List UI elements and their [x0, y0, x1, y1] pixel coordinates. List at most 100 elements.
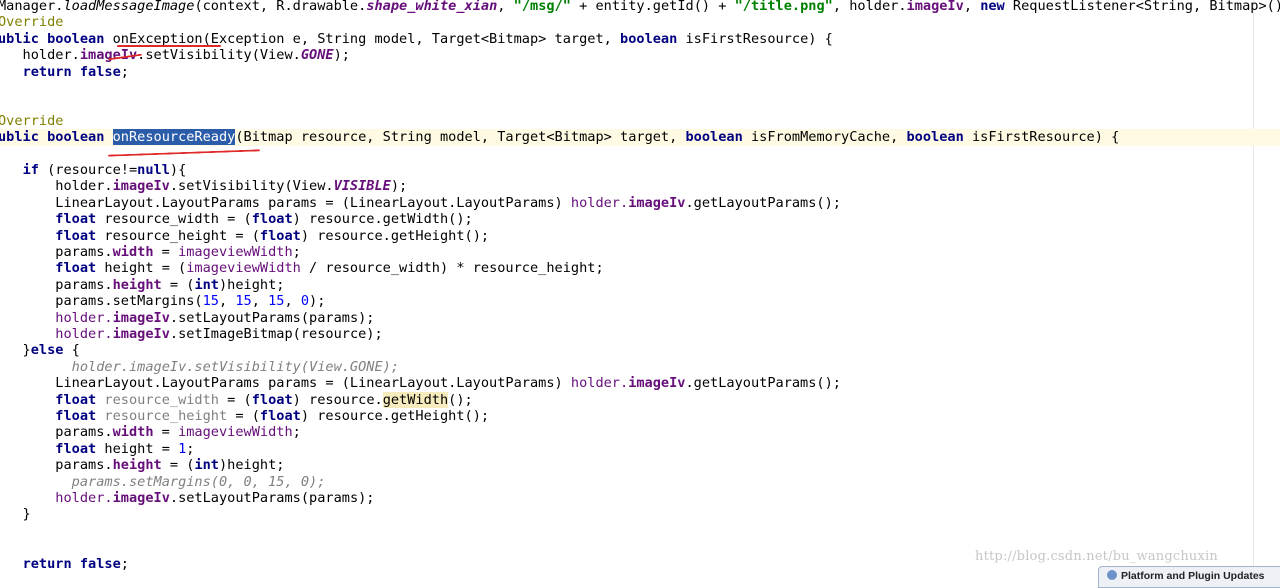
code-line[interactable]: float height = 1;: [0, 441, 1280, 457]
selected-token: onResourceReady: [112, 129, 236, 146]
code-token: holder.: [570, 375, 629, 392]
code-token: ;: [120, 555, 129, 572]
code-line[interactable]: return false;: [0, 64, 1280, 80]
code-token: height: [112, 276, 162, 293]
code-token: imageviewWidth: [178, 424, 293, 441]
code-token: getWidth: [382, 391, 449, 408]
code-token: isFirstResource) {: [963, 129, 1120, 146]
platform-updates-notification[interactable]: Platform and Plugin Updates: [1098, 566, 1280, 588]
code-token: holder.imageIv.setVisibility(View.GONE);: [71, 358, 400, 375]
code-token: boolean: [620, 30, 678, 47]
code-line[interactable]: holder.imageIv.setVisibility(View.GONE);: [0, 359, 1280, 375]
code-line[interactable]: [0, 80, 1280, 96]
code-line[interactable]: params.setMargins(15, 15, 15, 0);: [0, 293, 1280, 309]
code-line[interactable]: params.setMargins(0, 0, 15, 0);: [0, 474, 1280, 490]
red-underline-onexception: [117, 45, 221, 47]
code-line[interactable]: holder.imageIv.setLayoutParams(params);: [0, 310, 1280, 326]
code-token: imageIv: [628, 194, 686, 211]
code-line[interactable]: [0, 96, 1280, 112]
code-token: .setVisibility(View.: [169, 178, 334, 195]
code-token: 15: [202, 293, 219, 310]
code-line[interactable]: holder.imageIv.setLayoutParams(params);: [0, 490, 1280, 506]
code-token: .setImageBitmap(resource);: [169, 326, 383, 342]
code-token: float: [251, 211, 293, 228]
code-line[interactable]: Override: [0, 14, 1280, 30]
code-token: resource_height = (: [96, 227, 260, 244]
code-token: = (: [218, 391, 252, 408]
code-token: 0: [300, 293, 310, 310]
code-token: =: [153, 424, 179, 441]
code-line[interactable]: [0, 523, 1280, 539]
code-token: params.: [0, 244, 113, 260]
code-token: ) resource.getHeight();: [300, 227, 490, 244]
code-token: ;: [292, 244, 301, 260]
code-token: holder.: [55, 490, 113, 506]
code-line[interactable]: holder.imageIv.setImageBitmap(resource);: [0, 326, 1280, 342]
code-token: imageviewWidth: [186, 260, 301, 277]
code-token: ublic boolean: [0, 129, 105, 146]
code-line[interactable]: Manager.loadMessageImage(context, R.draw…: [0, 0, 1280, 14]
code-line[interactable]: float height = (imageviewWidth / resourc…: [0, 260, 1280, 276]
code-line[interactable]: params.height = (int)height;: [0, 277, 1280, 293]
code-line[interactable]: params.width = imageviewWidth;: [0, 424, 1280, 440]
code-token: ) resource.: [292, 391, 383, 408]
code-editor[interactable]: Manager.loadMessageImage(context, R.draw…: [0, 0, 1280, 588]
code-token: imageIv: [112, 178, 170, 195]
code-line[interactable]: params.width = imageviewWidth;: [0, 244, 1280, 260]
code-token: holder.: [55, 309, 113, 326]
code-token: / resource_width) * resource_height;: [300, 260, 604, 277]
code-line[interactable]: ublic boolean onResourceReady(Bitmap res…: [0, 129, 1280, 146]
code-token: imageIv: [112, 309, 170, 326]
code-token: isFromMemoryCache,: [742, 129, 907, 146]
code-token: LinearLayout.LayoutParams params = (Line…: [0, 194, 571, 211]
code-token: 15: [268, 293, 285, 310]
code-token: )height;: [219, 457, 285, 474]
code-line[interactable]: float resource_height = (float) resource…: [0, 408, 1280, 424]
code-token: height =: [96, 440, 179, 457]
code-token: isFirstResource) {: [677, 30, 833, 47]
code-token: int: [194, 276, 219, 293]
code-token: ;: [292, 424, 301, 441]
code-line[interactable]: Override: [0, 113, 1280, 129]
code-token: (context, R.drawable.: [194, 0, 367, 14]
code-token: params.: [0, 457, 113, 474]
code-token: ;: [120, 63, 129, 80]
code-line[interactable]: if (resource!=null){: [0, 162, 1280, 178]
code-line[interactable]: holder.imageIv.setVisibility(View.GONE);: [0, 47, 1280, 63]
code-line[interactable]: params.height = (int)height;: [0, 457, 1280, 473]
code-token: params.setMargins(: [0, 293, 203, 310]
code-token: height: [112, 457, 162, 474]
code-token: params.: [0, 424, 113, 441]
code-token: = (: [161, 276, 195, 293]
code-line[interactable]: [0, 146, 1280, 162]
code-line[interactable]: float resource_width = (float) resource.…: [0, 391, 1280, 408]
code-token: int: [194, 457, 219, 474]
code-line[interactable]: holder.imageIv.setVisibility(View.VISIBL…: [0, 178, 1280, 194]
code-token: shape_white_xian: [366, 0, 498, 14]
watermark-url: http://blog.csdn.net/bu_wangchuxin: [975, 549, 1218, 564]
code-token: (Bitmap resource, String model, Target<B…: [235, 129, 686, 146]
code-token: if: [22, 162, 39, 178]
info-icon: [1107, 570, 1117, 580]
code-line[interactable]: float resource_width = (float) resource.…: [0, 211, 1280, 227]
code-token: float: [251, 391, 293, 408]
code-line[interactable]: LinearLayout.LayoutParams params = (Line…: [0, 195, 1280, 211]
code-token: ublic boolean: [0, 30, 105, 47]
code-token: boolean: [685, 129, 743, 146]
code-token: float: [55, 391, 97, 408]
code-token: resource_width = (: [96, 211, 252, 228]
code-line[interactable]: }: [0, 506, 1280, 522]
code-token: {: [63, 342, 80, 359]
code-line[interactable]: }else {: [0, 342, 1280, 358]
code-token: = (: [227, 408, 260, 424]
code-line[interactable]: float resource_height = (float) resource…: [0, 228, 1280, 244]
code-token: .getLayoutParams();: [685, 375, 841, 392]
code-token: LinearLayout.LayoutParams params = (Line…: [0, 375, 571, 392]
code-token: params.setMargins(0, 0, 15, 0);: [71, 473, 326, 490]
code-line[interactable]: LinearLayout.LayoutParams params = (Line…: [0, 375, 1280, 391]
